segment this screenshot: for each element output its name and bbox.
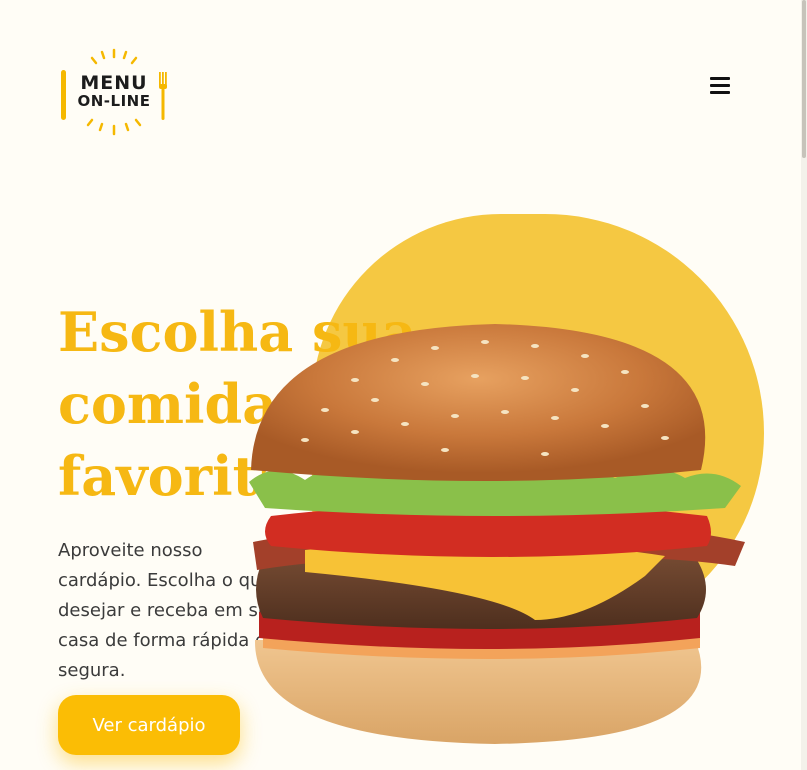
- hamburger-photo: [249, 324, 745, 744]
- scrollbar-thumb[interactable]: [802, 0, 806, 158]
- hamburger-menu-icon[interactable]: [710, 77, 730, 95]
- logo-text-online: ON-LINE: [77, 92, 151, 111]
- brand-logo[interactable]: MENU ON-LINE: [58, 46, 170, 138]
- page-scrollbar[interactable]: [801, 0, 807, 770]
- view-menu-button[interactable]: Ver cardápio: [58, 695, 240, 755]
- logo-text-menu: MENU: [80, 72, 148, 95]
